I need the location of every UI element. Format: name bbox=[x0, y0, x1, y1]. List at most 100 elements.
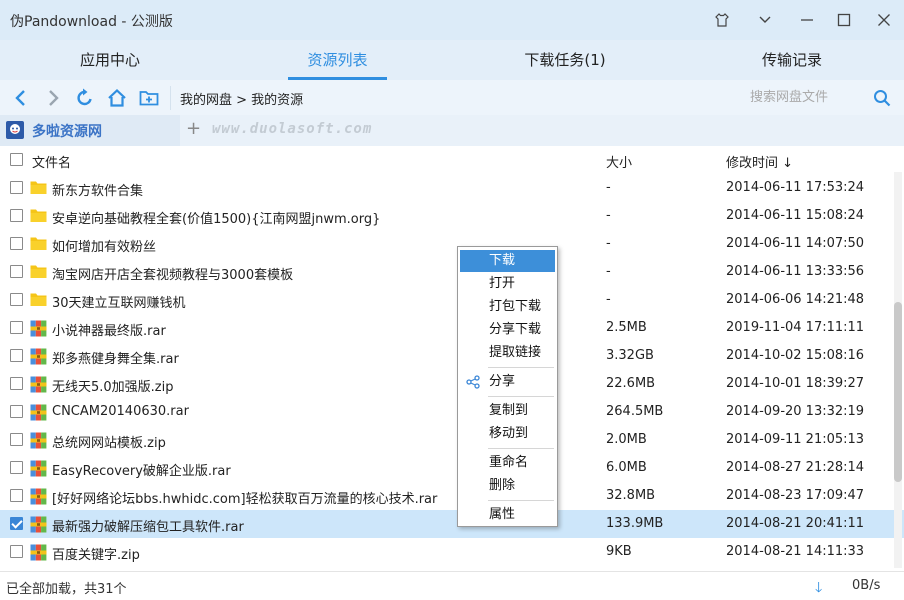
forward-icon[interactable] bbox=[42, 87, 64, 109]
search-icon[interactable] bbox=[871, 87, 893, 109]
file-row[interactable]: 无线天5.0加强版.zip 22.6MB 2014-10-01 18:39:27 bbox=[0, 370, 904, 398]
file-row[interactable]: 小说神器最终版.rar 2.5MB 2019-11-04 17:11:11 bbox=[0, 314, 904, 342]
file-row[interactable]: 如何增加有效粉丝 - 2014-06-11 14:07:50 bbox=[0, 230, 904, 258]
file-modified: 2014-08-21 20:41:11 bbox=[726, 516, 865, 531]
row-checkbox[interactable] bbox=[10, 209, 23, 222]
main-tabs: 应用中心 资源列表 下载任务(1) 传输记录 bbox=[0, 40, 904, 80]
tab-transfer-records[interactable]: 传输记录 bbox=[742, 40, 842, 80]
file-size: - bbox=[606, 180, 611, 195]
row-checkbox[interactable] bbox=[10, 405, 23, 418]
file-modified: 2014-06-11 13:33:56 bbox=[726, 264, 865, 279]
row-checkbox[interactable] bbox=[10, 433, 23, 446]
scrollbar[interactable] bbox=[894, 172, 902, 568]
file-modified: 2014-09-20 13:32:19 bbox=[726, 404, 865, 419]
new-folder-icon[interactable] bbox=[138, 87, 160, 109]
list-header: 文件名 大小 修改时间 ↓ bbox=[0, 146, 904, 174]
add-tab-icon[interactable]: + bbox=[186, 118, 201, 139]
folder-icon bbox=[30, 180, 47, 196]
file-size: 3.32GB bbox=[606, 348, 654, 363]
row-checkbox[interactable] bbox=[10, 321, 23, 334]
row-checkbox[interactable] bbox=[10, 517, 23, 530]
tab-resource-list[interactable]: 资源列表 bbox=[288, 40, 387, 80]
site-name: 多啦资源网 bbox=[32, 124, 102, 140]
download-speed: 0B/s bbox=[852, 578, 881, 593]
file-size: 32.8MB bbox=[606, 488, 656, 503]
site-tab-bar: 多啦资源网 + www.duolasoft.com bbox=[0, 115, 904, 146]
archive-icon bbox=[30, 488, 47, 505]
file-list: 文件名 大小 修改时间 ↓ 新东方软件合集 - 2014-06-11 17:53:2… bbox=[0, 146, 904, 571]
row-checkbox[interactable] bbox=[10, 237, 23, 250]
row-checkbox[interactable] bbox=[10, 265, 23, 278]
maximize-icon[interactable] bbox=[832, 8, 856, 32]
archive-icon bbox=[30, 516, 47, 533]
file-row[interactable]: 最新强力破解压缩包工具软件.rar 133.9MB 2014-08-21 20:41… bbox=[0, 510, 904, 538]
menu-item-delete[interactable]: 删除 bbox=[460, 475, 555, 497]
select-all-checkbox[interactable] bbox=[10, 153, 23, 166]
row-checkbox[interactable] bbox=[10, 181, 23, 194]
menu-item-extract-link[interactable]: 提取链接 bbox=[460, 342, 555, 364]
file-name: 淘宝网店开店全套视频教程与3000套模板 bbox=[52, 268, 294, 283]
column-header-name[interactable]: 文件名 bbox=[32, 152, 71, 171]
archive-icon bbox=[30, 460, 47, 477]
file-row[interactable]: 安卓逆向基础教程全套(价值1500){江南网盟jnwm.org} - 2014-06… bbox=[0, 202, 904, 230]
site-logo-icon bbox=[6, 121, 24, 139]
file-name: 新东方软件合集 bbox=[52, 184, 144, 199]
menu-item-share[interactable]: 分享 bbox=[460, 371, 555, 393]
back-icon[interactable] bbox=[10, 87, 32, 109]
file-row[interactable]: EasyRecovery破解企业版.rar 6.0MB 2014-08-27 21:… bbox=[0, 454, 904, 482]
folder-icon bbox=[30, 236, 47, 252]
status-bar: 已全部加载，共31个 🡓 0B/s bbox=[0, 571, 904, 600]
tab-download-tasks[interactable]: 下载任务(1) bbox=[505, 40, 625, 80]
home-icon[interactable] bbox=[106, 87, 128, 109]
file-row[interactable]: 淘宝网店开店全套视频教程与3000套模板 - 2014-06-11 13:33:56 bbox=[0, 258, 904, 286]
menu-item-copy-to[interactable]: 复制到 bbox=[460, 400, 555, 422]
file-modified: 2014-10-01 18:39:27 bbox=[726, 376, 865, 391]
breadcrumb[interactable]: 我的网盘 > 我的资源 bbox=[180, 89, 303, 108]
file-row[interactable]: 郑多燕健身舞全集.rar 3.32GB 2014-10-02 15:08:16 bbox=[0, 342, 904, 370]
search-input[interactable] bbox=[750, 85, 868, 109]
file-name: 小说神器最终版.rar bbox=[52, 324, 166, 339]
file-name: 百度关键字.zip bbox=[52, 548, 140, 563]
row-checkbox[interactable] bbox=[10, 489, 23, 502]
menu-item-properties[interactable]: 属性 bbox=[460, 504, 555, 526]
window-title: 伪Pandownload - 公测版 bbox=[10, 14, 173, 30]
column-header-modified[interactable]: 修改时间 ↓ bbox=[726, 152, 793, 171]
file-row[interactable]: [好好网络论坛bbs.hwhidc.com]轻松获取百万流量的核心技术.rar 3… bbox=[0, 482, 904, 510]
refresh-icon[interactable] bbox=[74, 87, 96, 109]
file-name: 总统网网站模板.zip bbox=[52, 436, 166, 451]
file-row[interactable]: 百度关键字.zip 9KB 2014-08-21 14:11:33 bbox=[0, 538, 904, 566]
menu-separator bbox=[488, 500, 554, 501]
file-modified: 2014-08-23 17:09:47 bbox=[726, 488, 865, 503]
tab-app-center[interactable]: 应用中心 bbox=[60, 40, 160, 80]
file-row[interactable]: CNCAM20140630.rar 264.5MB 2014-09-20 13:32… bbox=[0, 398, 904, 426]
row-checkbox[interactable] bbox=[10, 293, 23, 306]
file-size: - bbox=[606, 292, 611, 307]
download-speed-icon: 🡓 bbox=[815, 580, 823, 596]
menu-item-share-download[interactable]: 分享下载 bbox=[460, 319, 555, 341]
minimize-icon[interactable] bbox=[795, 8, 819, 32]
menu-item-move-to[interactable]: 移动到 bbox=[460, 423, 555, 445]
close-icon[interactable] bbox=[872, 8, 896, 32]
menu-item-open[interactable]: 打开 bbox=[460, 273, 555, 295]
row-checkbox[interactable] bbox=[10, 545, 23, 558]
file-modified: 2014-09-11 21:05:13 bbox=[726, 432, 865, 447]
file-size: 2.0MB bbox=[606, 432, 647, 447]
scrollbar-thumb[interactable] bbox=[894, 302, 902, 482]
row-checkbox[interactable] bbox=[10, 377, 23, 390]
file-modified: 2014-06-11 14:07:50 bbox=[726, 236, 865, 251]
share-icon bbox=[466, 375, 480, 389]
menu-item-pack-download[interactable]: 打包下载 bbox=[460, 296, 555, 318]
file-row[interactable]: 总统网网站模板.zip 2.0MB 2014-09-11 21:05:13 bbox=[0, 426, 904, 454]
menu-dropdown-icon[interactable] bbox=[753, 8, 777, 32]
file-name: [好好网络论坛bbs.hwhidc.com]轻松获取百万流量的核心技术.rar bbox=[52, 492, 438, 507]
file-row[interactable]: 30天建立互联网赚钱机 - 2014-06-06 14:21:48 bbox=[0, 286, 904, 314]
file-size: - bbox=[606, 264, 611, 279]
row-checkbox[interactable] bbox=[10, 461, 23, 474]
menu-item-download[interactable]: 下载 bbox=[460, 250, 555, 272]
row-checkbox[interactable] bbox=[10, 349, 23, 362]
column-header-size[interactable]: 大小 bbox=[606, 152, 632, 171]
menu-item-rename[interactable]: 重命名 bbox=[460, 452, 555, 474]
skin-icon[interactable] bbox=[710, 8, 734, 32]
file-row[interactable]: 新东方软件合集 - 2014-06-11 17:53:24 bbox=[0, 174, 904, 202]
site-tab[interactable]: 多啦资源网 bbox=[0, 115, 180, 146]
